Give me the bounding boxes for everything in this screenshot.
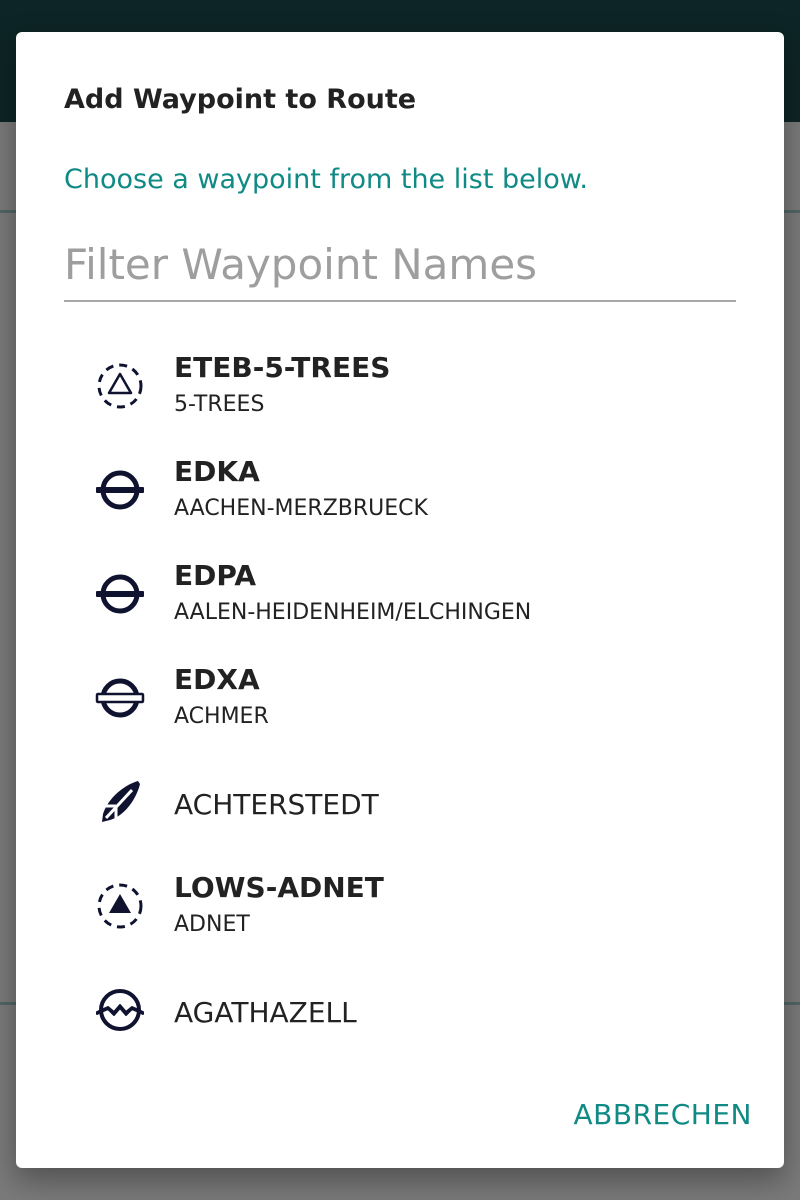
waypoint-item[interactable]: ACHTERSTEDT (64, 748, 736, 852)
waypoint-name: AGATHAZELL (174, 996, 357, 1029)
heliport-icon (94, 360, 146, 412)
waypoint-subtitle: 5-TREES (174, 392, 265, 417)
waypoint-item[interactable]: EDKA AACHEN-MERZBRUECK (64, 436, 736, 540)
waypoint-name: EDKA (174, 455, 260, 488)
waypoint-name: ACHTERSTEDT (174, 788, 379, 821)
waypoint-item[interactable]: ETEB-5-TREES 5-TREES (64, 332, 736, 436)
heliport-filled-icon (94, 880, 146, 932)
waypoint-name: EDPA (174, 559, 256, 592)
glider-site-icon (94, 776, 146, 828)
waypoint-item[interactable]: LOWS-ADNET ADNET (64, 852, 736, 956)
mountain-airfield-icon (94, 984, 146, 1036)
waypoint-name: LOWS-ADNET (174, 871, 384, 904)
airfield-grass-icon (94, 672, 146, 724)
waypoint-item[interactable]: EDPA AALEN-HEIDENHEIM/ELCHINGEN (64, 540, 736, 644)
dialog-title: Add Waypoint to Route (64, 84, 417, 115)
waypoint-subtitle: ACHMER (174, 704, 269, 729)
waypoint-item[interactable]: AGATHAZELL (64, 956, 736, 1060)
add-waypoint-dialog: Add Waypoint to Route Choose a waypoint … (16, 32, 784, 1168)
airfield-icon (94, 568, 146, 620)
waypoint-name: EDXA (174, 663, 260, 696)
waypoint-list: ETEB-5-TREES 5-TREES EDKA AACHEN-MERZBRU… (64, 332, 736, 1060)
waypoint-item[interactable]: EDXA ACHMER (64, 644, 736, 748)
waypoint-name: ETEB-5-TREES (174, 351, 391, 384)
cancel-button[interactable]: ABBRECHEN (574, 1098, 752, 1131)
filter-waypoint-input[interactable] (64, 228, 736, 302)
waypoint-subtitle: AALEN-HEIDENHEIM/ELCHINGEN (174, 600, 532, 625)
airfield-icon (94, 464, 146, 516)
waypoint-subtitle: AACHEN-MERZBRUECK (174, 496, 428, 521)
waypoint-subtitle: ADNET (174, 912, 250, 937)
dialog-subtitle: Choose a waypoint from the list below. (64, 164, 588, 195)
